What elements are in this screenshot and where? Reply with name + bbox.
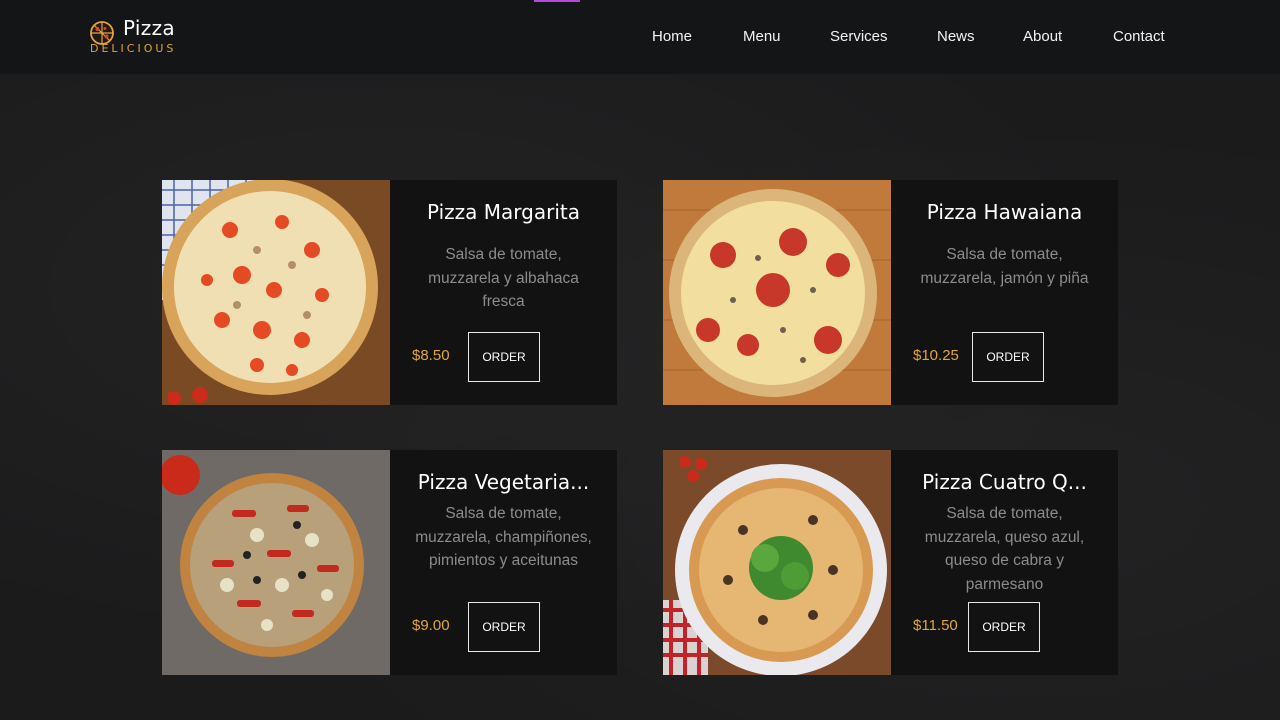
pizza-description: Salsa de tomate, muzzarela, queso azul, … bbox=[924, 505, 1085, 593]
pizza-cuatro-quesos-image bbox=[663, 450, 891, 675]
order-button[interactable]: ORDER bbox=[972, 332, 1044, 382]
pizza-description: Salsa de tomate, muzzarela, jamón y piña bbox=[920, 246, 1089, 287]
pizza-name: Pizza Margarita bbox=[427, 200, 580, 224]
nav-about[interactable]: About bbox=[1023, 28, 1062, 45]
nav-menu[interactable]: Menu bbox=[743, 28, 781, 45]
pizza-name: Pizza Vegetaria... bbox=[417, 470, 590, 494]
main-nav: Home Menu Services News About Contact bbox=[0, 28, 1280, 48]
pizza-name: Pizza Cuatro Q... bbox=[922, 470, 1087, 494]
header-accent-bar bbox=[534, 0, 580, 2]
menu-card-margarita: Pizza Margarita Salsa de tomate, muzzare… bbox=[162, 180, 617, 405]
pizza-description: Salsa de tomate, muzzarela y albahaca fr… bbox=[428, 246, 579, 310]
pizza-price: $9.00 bbox=[412, 617, 450, 634]
order-button[interactable]: ORDER bbox=[468, 332, 540, 382]
nav-news[interactable]: News bbox=[937, 28, 975, 45]
pizza-price: $10.25 bbox=[913, 347, 959, 364]
nav-contact[interactable]: Contact bbox=[1113, 28, 1165, 45]
pizza-name: Pizza Hawaiana bbox=[926, 200, 1083, 224]
order-button[interactable]: ORDER bbox=[968, 602, 1040, 652]
nav-home[interactable]: Home bbox=[652, 28, 692, 45]
pizza-description: Salsa de tomate, muzzarela, champiñones,… bbox=[415, 505, 592, 569]
menu-card-vegetariana: Pizza Vegetaria... Salsa de tomate, muzz… bbox=[162, 450, 617, 675]
menu-card-hawaiana: Pizza Hawaiana Salsa de tomate, muzzarel… bbox=[663, 180, 1118, 405]
pizza-price: $8.50 bbox=[412, 347, 450, 364]
pizza-hawaiana-image bbox=[663, 180, 891, 405]
nav-services[interactable]: Services bbox=[830, 28, 888, 45]
pizza-margarita-image bbox=[162, 180, 390, 405]
pizza-price: $11.50 bbox=[913, 617, 958, 634]
pizza-vegetariana-image bbox=[162, 450, 390, 675]
menu-card-cuatro-quesos: Pizza Cuatro Q... Salsa de tomate, muzza… bbox=[663, 450, 1118, 675]
order-button[interactable]: ORDER bbox=[468, 602, 540, 652]
site-header: Pizza DELICIOUS Home Menu Services News … bbox=[0, 0, 1280, 74]
